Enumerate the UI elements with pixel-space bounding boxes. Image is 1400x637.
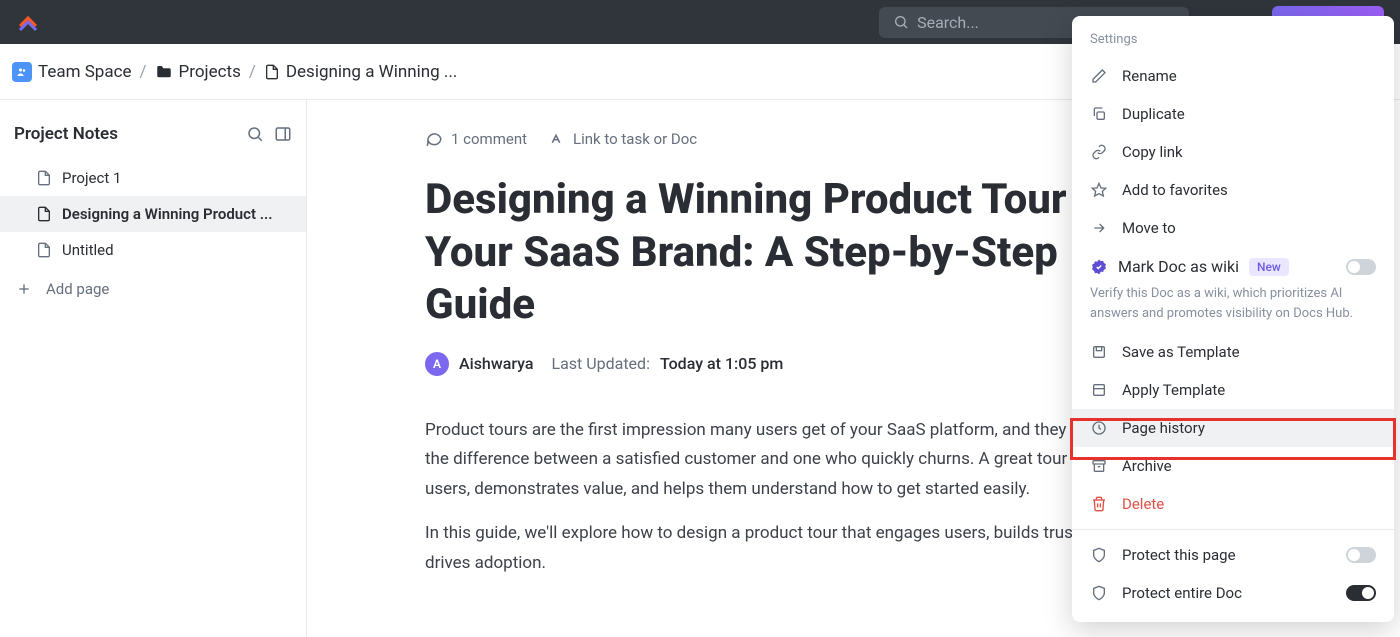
save-icon (1090, 344, 1108, 360)
plus-icon (16, 281, 32, 297)
search-placeholder: Search... (917, 13, 979, 32)
archive-icon (1090, 458, 1108, 474)
pencil-icon (1090, 68, 1108, 84)
protect-page-toggle[interactable] (1346, 547, 1376, 563)
shield-icon (1090, 547, 1108, 563)
menu-protect-doc[interactable]: Protect entire Doc (1072, 574, 1394, 612)
sidebar-item-page[interactable]: Project 1 (0, 160, 306, 196)
paragraph: In this guide, we'll explore how to desi… (425, 519, 1145, 579)
sidebar-item-page[interactable]: Designing a Winning Product ... (0, 196, 306, 232)
menu-separator (1072, 529, 1394, 530)
star-icon (1090, 182, 1108, 198)
avatar[interactable]: A (425, 352, 449, 376)
sidebar: Project Notes Project 1 Designing a Winn… (0, 100, 307, 637)
menu-copy-link[interactable]: Copy link (1072, 133, 1394, 171)
sidebar-title: Project Notes (14, 124, 118, 144)
search-icon (893, 14, 909, 30)
menu-duplicate[interactable]: Duplicate (1072, 95, 1394, 133)
shield-icon (1090, 585, 1108, 601)
breadcrumb-doc[interactable]: Designing a Winning ... (264, 62, 458, 82)
trash-icon (1090, 496, 1108, 512)
app-logo[interactable] (16, 10, 40, 34)
link-arrow-icon (547, 130, 565, 148)
duplicate-icon (1090, 106, 1108, 122)
page-title[interactable]: Designing a Winning Product Tour for You… (425, 174, 1145, 332)
breadcrumb-separator: / (249, 62, 256, 82)
sidebar-item-label: Designing a Winning Product ... (62, 205, 273, 223)
last-updated-value: Today at 1:05 pm (660, 354, 783, 373)
author-name: Aishwarya (459, 354, 533, 373)
history-icon (1090, 420, 1108, 436)
menu-archive[interactable]: Archive (1072, 447, 1394, 485)
doc-icon (36, 206, 52, 222)
template-icon (1090, 382, 1108, 398)
wiki-description: Verify this Doc as a wiki, which priorit… (1090, 284, 1376, 323)
comments-button[interactable]: 1 comment (425, 130, 527, 148)
add-page-button[interactable]: Add page (0, 268, 306, 310)
new-badge: New (1249, 258, 1289, 276)
menu-move-to[interactable]: Move to (1072, 209, 1394, 247)
doc-icon (36, 242, 52, 258)
move-icon (1090, 220, 1108, 236)
menu-protect-page[interactable]: Protect this page (1072, 536, 1394, 574)
paragraph: Product tours are the first impression m… (425, 416, 1145, 505)
menu-apply-template[interactable]: Apply Template (1072, 371, 1394, 409)
breadcrumb-folder[interactable]: Projects (155, 62, 241, 82)
breadcrumb-separator: / (140, 62, 147, 82)
panel-icon[interactable] (274, 125, 292, 143)
link-task-button[interactable]: Link to task or Doc (547, 130, 697, 148)
panel-header: Settings (1072, 26, 1394, 57)
doc-icon (264, 64, 280, 80)
document-body[interactable]: Product tours are the first impression m… (425, 416, 1145, 579)
wiki-toggle[interactable] (1346, 259, 1376, 275)
last-updated-label: Last Updated: (551, 354, 649, 373)
team-icon (12, 62, 32, 82)
link-icon (1090, 144, 1108, 160)
menu-delete[interactable]: Delete (1072, 485, 1394, 523)
folder-icon (155, 63, 173, 81)
sidebar-item-label: Project 1 (62, 169, 121, 187)
breadcrumb-space[interactable]: Team Space (12, 62, 132, 82)
menu-save-template[interactable]: Save as Template (1072, 333, 1394, 371)
sidebar-item-page[interactable]: Untitled (0, 232, 306, 268)
menu-favorites[interactable]: Add to favorites (1072, 171, 1394, 209)
comment-icon (425, 130, 443, 148)
doc-icon (36, 170, 52, 186)
menu-rename[interactable]: Rename (1072, 57, 1394, 95)
verified-icon (1090, 258, 1108, 276)
search-icon[interactable] (246, 125, 264, 143)
protect-doc-toggle[interactable] (1346, 585, 1376, 601)
menu-mark-wiki: Mark Doc as wiki New Verify this Doc as … (1072, 247, 1394, 333)
settings-panel: Settings Rename Duplicate Copy link Add … (1072, 16, 1394, 622)
menu-page-history[interactable]: Page history (1072, 409, 1394, 447)
sidebar-item-label: Untitled (62, 241, 114, 259)
